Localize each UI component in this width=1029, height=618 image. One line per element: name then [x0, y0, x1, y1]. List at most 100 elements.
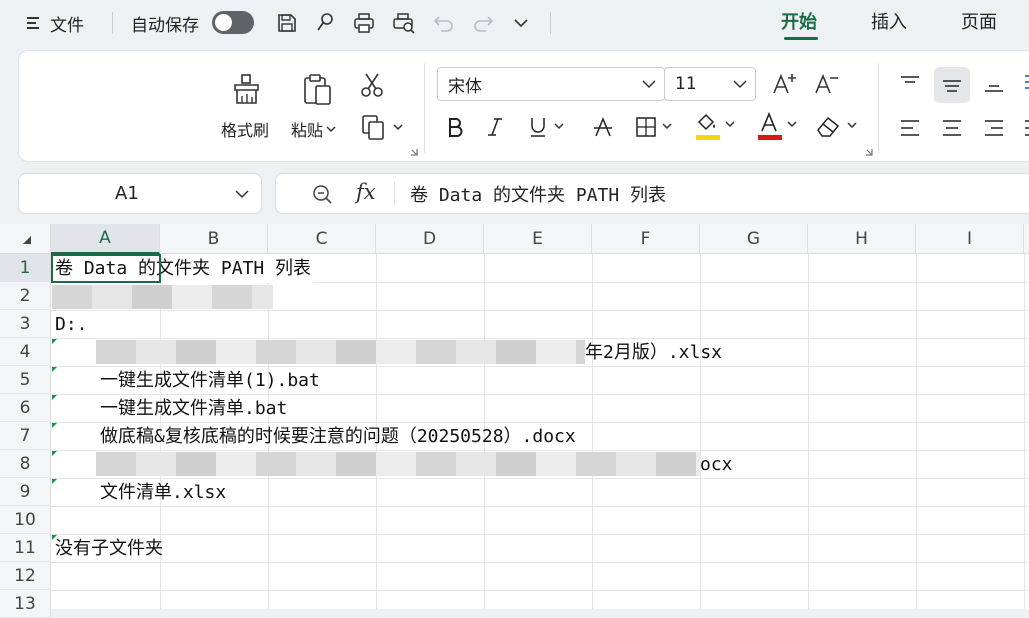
align-center-icon[interactable]	[937, 113, 967, 143]
chevron-down-icon	[235, 190, 249, 199]
row-header[interactable]: 6	[0, 394, 51, 422]
format-painter-quick-icon[interactable]	[312, 10, 338, 36]
wrap-text-icon[interactable]	[1019, 67, 1029, 99]
tab-insert[interactable]: 插入	[871, 8, 907, 34]
font-size-dropdown[interactable]: 11	[664, 67, 756, 101]
strikethrough-icon[interactable]	[589, 113, 617, 141]
gridline	[51, 310, 1029, 311]
column-header[interactable]: D	[376, 224, 484, 254]
clear-button[interactable]	[813, 111, 861, 143]
align-middle-icon[interactable]	[934, 67, 970, 103]
clipboard-dialog-launcher-icon[interactable]	[409, 147, 419, 157]
row-header[interactable]: 11	[0, 534, 51, 562]
cell-a9[interactable]: 文件清单.xlsx	[100, 479, 226, 507]
copy-button[interactable]	[359, 111, 407, 143]
increase-font-size-icon[interactable]	[769, 69, 799, 99]
cell-a4-tail[interactable]: 年2月版）.xlsx	[585, 339, 722, 367]
align-top-icon[interactable]	[895, 67, 925, 99]
format-painter-label[interactable]: 格式刷	[221, 117, 269, 141]
column-header[interactable]: I	[916, 224, 1024, 254]
column-header[interactable]: C	[268, 224, 376, 254]
redacted-cell-a4	[96, 340, 585, 364]
select-all-corner[interactable]	[0, 224, 51, 254]
name-box[interactable]: A1	[18, 173, 262, 214]
column-header[interactable]	[1024, 224, 1029, 254]
column-header[interactable]: G	[700, 224, 808, 254]
cell-a5[interactable]: 一键生成文件清单(1).bat	[100, 367, 320, 395]
font-size-value: 11	[675, 74, 697, 94]
paste-button[interactable]: 粘贴	[291, 117, 336, 141]
underline-icon	[531, 118, 564, 137]
italic-icon[interactable]	[481, 113, 509, 141]
formula-bar[interactable]: fx 卷 Data 的文件夹 PATH 列表	[275, 173, 1029, 214]
gridline	[700, 254, 701, 609]
gridline	[51, 590, 1029, 591]
row-header[interactable]: 4	[0, 338, 51, 366]
decrease-font-size-icon[interactable]	[811, 69, 841, 99]
undo-icon[interactable]	[431, 10, 457, 36]
save-icon[interactable]	[274, 10, 300, 36]
print-icon[interactable]	[351, 10, 377, 36]
text-number-indicator	[52, 395, 57, 400]
print-preview-icon[interactable]	[391, 10, 417, 36]
borders-icon	[636, 117, 672, 137]
autosave-label: 自动保存	[131, 15, 199, 36]
column-header[interactable]: B	[160, 224, 268, 254]
redacted-cell-a8	[96, 452, 700, 476]
fill-color-button[interactable]	[693, 111, 741, 143]
font-color-icon	[758, 112, 797, 140]
column-header[interactable]: H	[808, 224, 916, 254]
ribbon: 格式刷 粘贴 宋体 11	[18, 50, 1029, 162]
underline-button[interactable]	[527, 113, 573, 141]
cell-a6[interactable]: 一键生成文件清单.bat	[100, 395, 287, 423]
format-painter-icon[interactable]	[227, 69, 267, 109]
gridline	[51, 562, 1029, 563]
borders-button[interactable]	[633, 113, 679, 141]
column-header[interactable]: E	[484, 224, 592, 254]
text-number-indicator	[52, 479, 57, 484]
fill-color-icon	[696, 113, 735, 140]
autosave-toggle[interactable]	[212, 11, 254, 34]
row-header[interactable]: 8	[0, 450, 51, 478]
cell-a8-tail[interactable]: ocx	[700, 451, 733, 479]
redo-icon[interactable]	[470, 10, 496, 36]
bold-icon[interactable]	[441, 113, 469, 141]
gridline	[51, 338, 1029, 339]
font-color-button[interactable]	[755, 111, 803, 143]
align-left-icon[interactable]	[895, 113, 925, 143]
align-right-icon[interactable]	[979, 113, 1009, 143]
divider	[394, 182, 395, 206]
row-header[interactable]: 10	[0, 506, 51, 534]
copy-icon	[362, 115, 403, 140]
cut-icon[interactable]	[356, 69, 388, 101]
cell-a3[interactable]: D:.	[55, 311, 88, 339]
row-header[interactable]: 13	[0, 590, 51, 618]
cell-a7[interactable]: 做底稿&复核底稿的时候要注意的问题（20250528）.docx	[100, 423, 576, 451]
chevron-down-icon	[642, 80, 656, 89]
font-name-dropdown[interactable]: 宋体	[437, 67, 665, 101]
zoom-formula-icon[interactable]	[310, 182, 334, 206]
row-header[interactable]: 1	[0, 254, 51, 282]
spreadsheet-grid[interactable]: A B C D E F G H I 1 2 3 4 5 6 7 8 9 10 1…	[0, 224, 1029, 618]
row-header[interactable]: 9	[0, 478, 51, 506]
column-header[interactable]: A	[51, 224, 160, 254]
insert-function-button[interactable]: fx	[356, 180, 376, 204]
row-header[interactable]: 2	[0, 282, 51, 310]
quick-access-more-icon[interactable]	[510, 10, 532, 36]
cell-a1[interactable]: 卷 Data 的文件夹 PATH 列表	[55, 255, 314, 283]
cell-a11[interactable]: 没有子文件夹	[55, 535, 163, 563]
tab-home[interactable]: 开始	[781, 8, 817, 34]
align-bottom-icon[interactable]	[979, 67, 1009, 99]
font-dialog-launcher-icon[interactable]	[864, 147, 874, 157]
paste-icon[interactable]	[297, 69, 337, 109]
file-menu-button[interactable]: 文件	[26, 8, 84, 38]
formula-content[interactable]: 卷 Data 的文件夹 PATH 列表	[410, 181, 666, 207]
tab-page[interactable]: 页面	[961, 8, 997, 34]
row-header[interactable]: 7	[0, 422, 51, 450]
row-header[interactable]: 12	[0, 562, 51, 590]
column-header[interactable]: F	[592, 224, 700, 254]
redacted-cell-a2	[52, 285, 273, 309]
row-header[interactable]: 3	[0, 310, 51, 338]
row-header[interactable]: 5	[0, 366, 51, 394]
justify-icon[interactable]	[1019, 113, 1029, 143]
